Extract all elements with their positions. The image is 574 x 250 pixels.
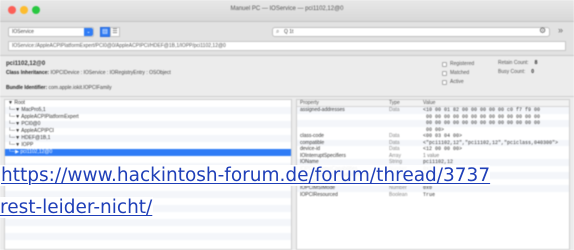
list-view-button[interactable]: ☰ (110, 27, 120, 37)
retain-count: Retain Count: 8 (498, 60, 538, 66)
column-header-type[interactable]: Type (389, 100, 423, 106)
forum-thread-link[interactable]: https://www.hackintosh-forum.de/forum/th… (0, 165, 491, 218)
chevron-right-icon[interactable]: » (558, 25, 563, 35)
tree-row[interactable]: └─▶ pci1102,12@0 (5, 149, 291, 156)
search-icon: ⌕ (276, 29, 280, 35)
flag-registered: Registered (442, 60, 474, 68)
tree-row[interactable]: ▼ Root (5, 100, 291, 107)
class-inheritance-value: IOPCIDevice : IOService : IORegistryEntr… (50, 70, 171, 76)
tree-view-button[interactable]: ▤ (100, 27, 110, 37)
tree-row[interactable]: └─▼ AppleACPIPlatformExpert (5, 114, 291, 121)
toolbar: IOService ⌄ ▤ ☰ ⌕ Q 1t ⚙ » IOService:/Ap… (0, 22, 574, 56)
checkbox-icon (442, 79, 447, 85)
registry-path[interactable]: IOService:/AppleACPIPlatformExpert/PCI0@… (8, 41, 566, 51)
class-inheritance-label: Class Inheritance: (6, 70, 50, 76)
bundle-identifier-label: Bundle Identifier: (6, 85, 48, 91)
object-info-panel: pci1102,12@0 Class Inheritance: IOPCIDev… (0, 57, 574, 97)
busy-count: Busy Count: 0 (498, 69, 535, 75)
flag-active: Active (442, 78, 474, 86)
checkbox-icon (442, 70, 447, 76)
bundle-identifier: Bundle Identifier: com.apple.iokit.IOPCI… (6, 85, 112, 91)
search-value: Q 1t (284, 29, 294, 35)
column-header-value[interactable]: Value (423, 100, 569, 106)
properties-header: Property Type Value (297, 100, 569, 107)
view-mode-buttons: ▤ ☰ (100, 27, 120, 37)
tree-row[interactable]: └─▼ PCI0@0 (5, 121, 291, 128)
state-flags: Registered Matched Active (442, 60, 474, 87)
plane-select-value: IOService (12, 29, 34, 35)
object-counts: Retain Count: 8 Busy Count: 0 (498, 60, 537, 78)
tree-row[interactable] (5, 233, 291, 240)
tree-row[interactable]: └─▼ AppleACPIPCI (5, 128, 291, 135)
tree-row[interactable] (5, 226, 291, 233)
link-line-2: rest-leider-nicht/ (0, 197, 153, 218)
window-title: Manuel PC — IOService — pci1102,12@0 (230, 6, 344, 12)
tree-row[interactable]: └─▼ MacPro5,1 (5, 107, 291, 114)
chevron-down-icon: ⌄ (84, 28, 93, 36)
class-inheritance: Class Inheritance: IOPCIDevice : IOServi… (6, 70, 171, 76)
object-name: pci1102,12@0 (6, 61, 46, 67)
gear-icon[interactable]: ⚙ (539, 26, 546, 35)
tree-row[interactable]: └─▼ HDEF@1B,1 (5, 135, 291, 142)
link-line-1: https://www.hackintosh-forum.de/forum/th… (1, 165, 491, 186)
flag-matched: Matched (442, 69, 474, 77)
bundle-identifier-value: com.apple.iokit.IOPCIFamily (48, 85, 112, 91)
search-field[interactable]: ⌕ Q 1t (272, 27, 550, 37)
tree-row[interactable]: └─▼ IOPP (5, 142, 291, 149)
checkbox-icon (442, 61, 447, 67)
title-bar: Manuel PC — IOService — pci1102,12@0 (0, 0, 574, 22)
link-caption: https://www.hackintosh-forum.de/forum/th… (0, 160, 574, 224)
plane-select[interactable]: IOService ⌄ (8, 27, 94, 37)
column-header-property[interactable]: Property (297, 100, 389, 106)
